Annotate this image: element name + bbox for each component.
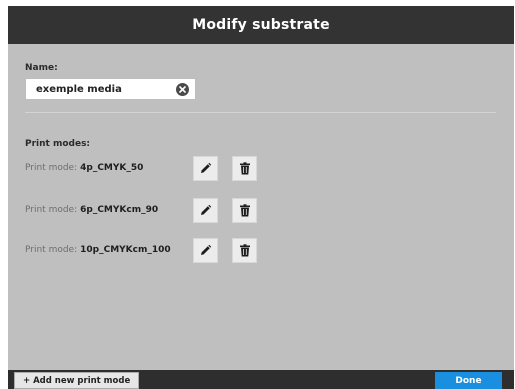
print-mode-label: Print mode: xyxy=(25,163,78,173)
print-mode-label: Print mode: xyxy=(25,245,78,255)
edit-print-mode-button[interactable] xyxy=(193,156,218,181)
print-modes-heading: Print modes: xyxy=(25,139,91,149)
print-mode-row: Print mode: 4p_CMYK_50 xyxy=(25,156,325,182)
divider xyxy=(25,112,496,113)
name-input[interactable]: exemple media xyxy=(25,78,196,100)
clear-icon[interactable] xyxy=(176,82,189,96)
print-mode-name: 4p_CMYK_50 xyxy=(80,163,144,173)
delete-print-mode-button[interactable] xyxy=(232,156,257,181)
pencil-icon xyxy=(201,204,212,215)
edit-print-mode-button[interactable] xyxy=(193,238,218,263)
pencil-icon xyxy=(201,244,212,255)
modify-substrate-dialog: Modify substrate Name: exemple media Pri… xyxy=(8,6,514,389)
add-print-mode-button[interactable]: + Add new print mode xyxy=(14,372,140,389)
pencil-icon xyxy=(201,162,212,173)
print-mode-row: Print mode: 10p_CMYKcm_100 xyxy=(25,238,325,264)
edit-print-mode-button[interactable] xyxy=(193,198,218,223)
print-mode-name: 6p_CMYKcm_90 xyxy=(80,205,159,215)
trash-icon xyxy=(239,204,250,217)
trash-icon xyxy=(239,244,250,257)
print-mode-row: Print mode: 6p_CMYKcm_90 xyxy=(25,198,325,224)
print-mode-label: Print mode: xyxy=(25,205,78,215)
name-value[interactable]: exemple media xyxy=(36,84,176,95)
print-mode-name: 10p_CMYKcm_100 xyxy=(80,245,171,255)
delete-print-mode-button[interactable] xyxy=(232,238,257,263)
done-button[interactable]: Done xyxy=(435,372,502,389)
dialog-title: Modify substrate xyxy=(8,6,514,44)
delete-print-mode-button[interactable] xyxy=(232,198,257,223)
print-mode-caption: Print mode: 6p_CMYKcm_90 xyxy=(25,205,158,215)
name-label: Name: xyxy=(25,63,58,73)
print-mode-caption: Print mode: 10p_CMYKcm_100 xyxy=(25,245,171,255)
dialog-footer: + Add new print mode Done xyxy=(8,370,514,389)
trash-icon xyxy=(239,162,250,175)
print-mode-caption: Print mode: 4p_CMYK_50 xyxy=(25,163,143,173)
